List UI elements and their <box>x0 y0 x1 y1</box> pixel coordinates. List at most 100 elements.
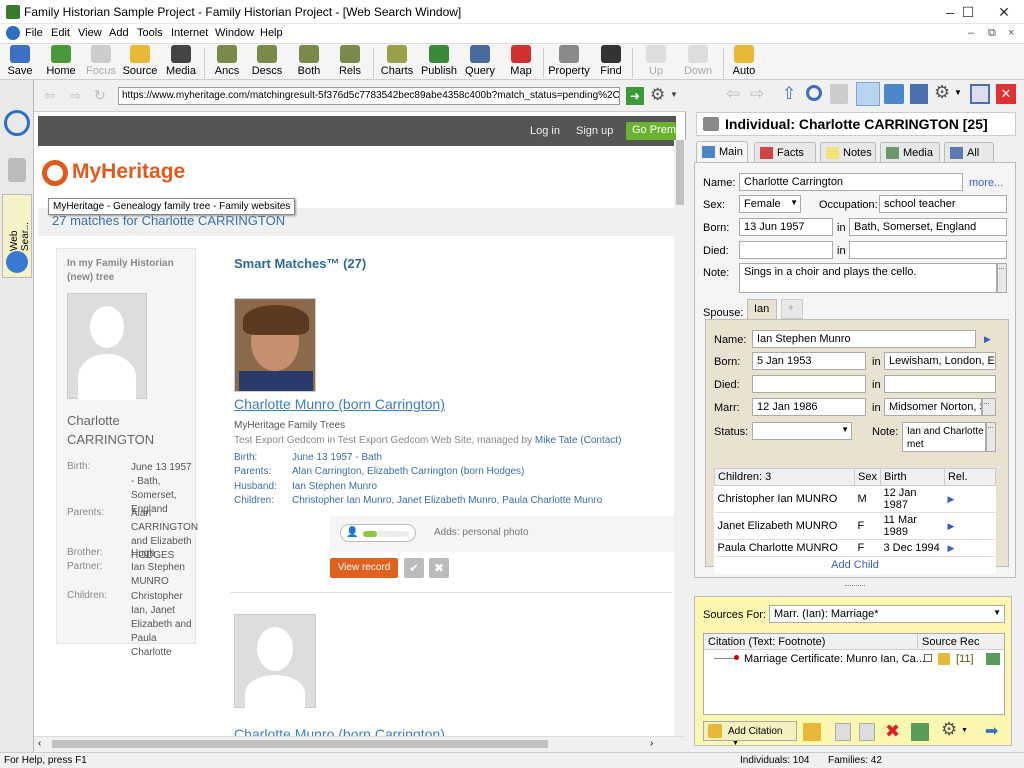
menu-edit[interactable]: Edit <box>51 27 70 39</box>
source-view-icon[interactable] <box>911 723 929 741</box>
site-logo[interactable]: MyHeritage <box>72 160 185 184</box>
copy-icon[interactable] <box>835 723 851 741</box>
menu-file[interactable]: File <box>25 27 43 39</box>
checkbox-icon[interactable] <box>924 654 932 662</box>
occupation-field[interactable]: school teacher <box>879 195 1007 213</box>
chevron-down-icon[interactable]: ▼ <box>954 88 962 97</box>
gear-icon[interactable]: ⚙ <box>650 85 665 105</box>
auto-button[interactable]: Auto <box>729 45 759 79</box>
confirm-match-button[interactable]: ✔ <box>404 558 424 578</box>
menu-window[interactable]: Window <box>215 27 254 39</box>
go-arrow-icon[interactable]: ➜ <box>626 87 644 105</box>
add-child-link[interactable]: Add Child <box>715 557 996 574</box>
chevron-down-icon[interactable]: ▼ <box>961 727 968 734</box>
person-icon[interactable] <box>884 84 904 104</box>
maximize-button[interactable]: ☐ <box>950 0 986 24</box>
go-to-spouse-icon[interactable]: ▶ <box>984 334 991 345</box>
manager-contact-link[interactable]: Mike Tate (Contact) <box>535 435 622 446</box>
database-icon[interactable] <box>8 158 26 182</box>
add-spouse-tab[interactable]: + <box>781 299 803 319</box>
focus-button[interactable]: Focus <box>84 45 118 79</box>
database-icon[interactable] <box>830 84 848 104</box>
view-record-button[interactable]: View record <box>330 558 398 578</box>
relatives-button[interactable]: Rels <box>333 45 367 79</box>
reject-match-button[interactable]: ✖ <box>429 558 449 578</box>
scroll-left-icon[interactable]: ‹ <box>38 738 41 749</box>
born-place-field[interactable]: Bath, Somerset, England <box>849 218 1007 236</box>
delete-icon[interactable]: ✖ <box>885 721 900 742</box>
died-date-field[interactable] <box>739 241 833 259</box>
charts-button[interactable]: Charts <box>380 45 414 79</box>
search-icon[interactable] <box>806 85 822 101</box>
menu-tools[interactable]: Tools <box>137 27 163 39</box>
go-to-child-icon[interactable]: ▶ <box>944 485 996 513</box>
paste-icon[interactable] <box>859 723 875 741</box>
tab-main[interactable]: Main <box>696 141 748 163</box>
both-button[interactable]: Both <box>292 45 326 79</box>
sources-for-select[interactable]: Marr. (Ian): Marriage* ▼ <box>769 605 1005 623</box>
person-silhouette-icon[interactable] <box>234 614 316 711</box>
close-pane-icon[interactable]: ✕ <box>996 84 1016 104</box>
source-rec-col-header[interactable]: Source Rec <box>918 634 1004 650</box>
query-button[interactable]: Query <box>463 45 497 79</box>
source-toggle-icon[interactable] <box>856 82 880 106</box>
table-row[interactable]: Christopher Ian MUNRO M 12 Jan 1987 ▶ <box>714 485 996 513</box>
tab-facts[interactable]: Facts <box>754 142 816 162</box>
born-date-field[interactable]: 13 Jun 1957 <box>739 218 833 236</box>
back-arrow-icon[interactable]: ⇦ <box>44 88 55 104</box>
mdi-close-icon[interactable]: × <box>1008 27 1014 39</box>
go-premium-button[interactable]: Go Prem <box>626 122 676 140</box>
died-place-field[interactable] <box>849 241 1007 259</box>
children-col-header[interactable]: Children: 3 <box>714 468 855 486</box>
menu-add[interactable]: Add <box>109 27 129 39</box>
marriage-date-field[interactable]: 12 Jan 1986 <box>752 398 866 416</box>
gear-icon[interactable]: ⚙ <box>934 82 950 103</box>
vertical-scrollbar[interactable] <box>674 140 686 736</box>
name-field[interactable]: Charlotte Carrington <box>739 173 963 191</box>
ancestors-button[interactable]: Ancs <box>210 45 244 79</box>
table-row[interactable]: Janet Elizabeth MUNRO F 11 Mar 1989 ▶ <box>714 512 996 540</box>
menu-internet[interactable]: Internet <box>171 27 208 39</box>
pin-icon[interactable] <box>910 84 928 104</box>
status-select[interactable]: ▼ <box>752 422 852 440</box>
note-expand-button[interactable]: … <box>997 263 1007 293</box>
find-button[interactable]: Find <box>597 45 625 79</box>
home-button[interactable]: Home <box>44 45 78 79</box>
sex-col-header[interactable]: Sex <box>854 468 881 486</box>
vertical-scroll-thumb[interactable] <box>676 140 684 205</box>
scroll-right-icon[interactable]: › <box>650 738 653 749</box>
sex-select[interactable]: Female ▼ <box>739 195 801 213</box>
more-link[interactable]: more... <box>969 177 1003 189</box>
match-name-link[interactable]: Charlotte Munro (born Carrington) <box>234 396 445 412</box>
marriage-place-field[interactable]: Midsomer Norton, So <box>884 398 982 416</box>
refresh-icon[interactable]: ↻ <box>94 87 106 104</box>
descendants-button[interactable]: Descs <box>250 45 284 79</box>
spouse-note-expand-button[interactable]: … <box>986 422 996 452</box>
tab-media[interactable]: Media <box>880 142 940 162</box>
note-field[interactable]: Sings in a choir and plays the cello. <box>739 263 997 293</box>
splitter-handle[interactable] <box>845 585 865 588</box>
table-row[interactable]: Marriage Certificate: Munro Ian, Ca... [… <box>704 651 1004 667</box>
back-arrow-icon[interactable]: ⇦ <box>726 84 740 104</box>
document-icon[interactable] <box>6 26 20 40</box>
rel-col-header[interactable]: Rel. <box>943 468 997 486</box>
next-arrow-icon[interactable]: ➡ <box>985 721 998 741</box>
add-citation-button[interactable]: Add Citation ▼ <box>703 721 797 747</box>
spouse-tab-ian[interactable]: Ian <box>747 299 777 319</box>
gear-icon[interactable]: ⚙ <box>941 719 957 740</box>
map-button[interactable]: Map <box>505 45 537 79</box>
spouse-name-field[interactable]: Ian Stephen Munro <box>752 330 976 348</box>
down-button[interactable]: Down <box>680 45 716 79</box>
match-photo[interactable] <box>234 298 316 392</box>
up-arrow-icon[interactable]: ⇧ <box>782 84 796 104</box>
spouse-born-date-field[interactable]: 5 Jan 1953 <box>752 352 866 370</box>
media-button[interactable]: Media <box>163 45 199 79</box>
table-row[interactable]: Paula Charlotte MUNRO F 3 Dec 1994 ▶ <box>714 539 996 557</box>
tab-notes[interactable]: Notes <box>820 142 876 162</box>
close-button[interactable]: ✕ <box>986 0 1022 24</box>
horizontal-scroll-thumb[interactable] <box>52 740 548 748</box>
go-to-child-icon[interactable]: ▶ <box>944 512 996 540</box>
menu-help[interactable]: Help <box>260 27 283 39</box>
up-button[interactable]: Up <box>640 45 672 79</box>
mdi-minimize-icon[interactable]: – <box>968 27 974 39</box>
